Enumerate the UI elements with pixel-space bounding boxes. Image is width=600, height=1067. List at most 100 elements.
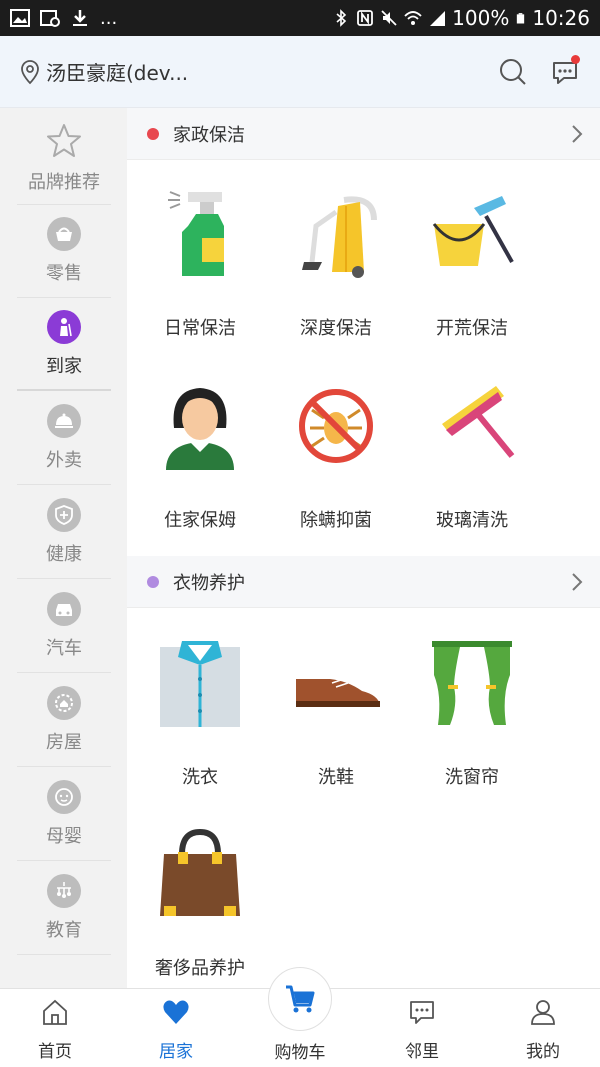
sidebar-item-label: 外卖	[46, 450, 82, 471]
sidebar-item-label: 房屋	[46, 732, 82, 753]
no-mite-icon	[299, 389, 373, 463]
curtain-icon	[432, 641, 512, 725]
service-daily-cleaning[interactable]: 日常保洁	[130, 186, 270, 340]
section-title: 家政保洁	[173, 124, 245, 146]
chevron-right-icon	[572, 125, 583, 143]
unread-badge	[571, 54, 580, 64]
sidebar-item-label: 教育	[46, 920, 82, 941]
chat-icon	[410, 1001, 434, 1024]
cart-icon	[286, 985, 315, 1013]
service-live-in-nanny[interactable]: 住家保姆	[130, 378, 270, 532]
heart-icon	[163, 1000, 189, 1024]
service-label: 奢侈品养护	[155, 958, 245, 979]
messages-button[interactable]	[550, 54, 580, 87]
nav-cart-button[interactable]	[268, 967, 332, 1031]
service-label: 除螨抑菌	[300, 510, 372, 531]
nav-living[interactable]: 居家	[121, 997, 231, 1062]
calendar-clock-icon	[40, 10, 60, 27]
shirt-icon	[160, 641, 240, 727]
category-sidebar: 品牌推荐 零售 到家 外卖 健康 汽车 房屋 母婴 教育	[0, 108, 127, 988]
status-bar: ... 100% 10:26	[0, 0, 600, 36]
service-label: 日常保洁	[164, 318, 236, 339]
spray-bottle-icon	[168, 191, 224, 276]
service-glass-cleaning[interactable]: 玻璃清洗	[402, 378, 542, 532]
service-mite-removal[interactable]: 除螨抑菌	[266, 378, 406, 532]
sidebar-item-label: 品牌推荐	[28, 172, 100, 193]
service-shoe-cleaning[interactable]: 洗鞋	[266, 635, 406, 789]
section-dot	[147, 575, 159, 588]
basket-icon	[56, 227, 72, 241]
bluetooth-icon	[336, 9, 347, 27]
wifi-icon	[404, 11, 422, 25]
sidebar-item-house[interactable]: 房屋	[17, 674, 111, 767]
service-content: 家政保洁 日常保洁 深度保洁 开荒保洁 住家保姆 除螨抑菌 玻璃清洗 衣物养护 …	[127, 108, 600, 988]
service-label: 洗鞋	[318, 767, 354, 788]
sidebar-item-retail[interactable]: 零售	[17, 205, 111, 298]
signal-icon	[430, 11, 446, 26]
shield-plus-icon	[55, 505, 73, 525]
service-luxury-care[interactable]: 奢侈品养护	[130, 826, 270, 980]
sidebar-item-takeout[interactable]: 外卖	[17, 392, 111, 485]
nav-label: 居家	[159, 1042, 193, 1062]
section-dot	[147, 127, 159, 140]
nanny-icon	[166, 388, 234, 470]
mobile-toy-icon	[57, 882, 71, 898]
window-squeegee-icon	[442, 386, 515, 458]
section-title: 衣物养护	[173, 572, 245, 594]
location-selector[interactable]: 汤臣豪庭(dev...	[46, 57, 188, 86]
home-icon	[43, 999, 67, 1025]
chevron-right-icon	[572, 573, 583, 591]
sidebar-item-label: 汽车	[46, 638, 82, 659]
service-curtain-cleaning[interactable]: 洗窗帘	[402, 635, 542, 789]
sidebar-item-health[interactable]: 健康	[17, 486, 111, 579]
bucket-squeegee-icon	[432, 196, 514, 266]
mute-icon	[381, 10, 397, 26]
search-button[interactable]	[498, 57, 528, 87]
service-label: 洗衣	[182, 767, 218, 788]
nav-neighbors[interactable]: 邻里	[367, 997, 477, 1062]
battery-icon	[517, 13, 525, 24]
cloche-icon	[55, 413, 73, 428]
sidebar-item-brand[interactable]: 品牌推荐	[17, 112, 111, 205]
location-pin-icon[interactable]	[20, 59, 40, 85]
nav-label: 邻里	[405, 1042, 439, 1062]
nav-mine[interactable]: 我的	[488, 997, 598, 1062]
sidebar-item-label: 零售	[46, 263, 82, 284]
nav-home[interactable]: 首页	[0, 997, 110, 1062]
sidebar-item-home-service[interactable]: 到家	[17, 298, 111, 391]
sidebar-item-label: 母婴	[46, 826, 82, 847]
shoe-icon	[296, 678, 380, 707]
nfc-icon	[357, 10, 374, 26]
vacuum-cleaner-icon	[302, 196, 377, 278]
service-label: 深度保洁	[300, 318, 372, 339]
battery-percent: 100%	[452, 6, 510, 30]
nav-label[interactable]: 购物车	[250, 1038, 350, 1063]
search-icon	[500, 58, 526, 85]
car-icon	[56, 604, 72, 616]
status-time: 10:26	[532, 6, 590, 30]
service-label: 开荒保洁	[436, 318, 508, 339]
baby-face-icon	[55, 788, 73, 806]
person-icon	[531, 1000, 555, 1025]
top-header: 汤臣豪庭(dev...	[0, 36, 600, 108]
section-header-housekeeping[interactable]: 家政保洁	[127, 108, 600, 160]
status-more: ...	[100, 7, 118, 29]
section-header-clothing-care[interactable]: 衣物养护	[127, 556, 600, 608]
download-icon	[73, 10, 87, 26]
nav-label: 我的	[526, 1042, 560, 1062]
service-label: 住家保姆	[164, 510, 236, 531]
cleaning-person-icon	[60, 317, 72, 336]
service-move-in-cleaning[interactable]: 开荒保洁	[402, 186, 542, 340]
handbag-icon	[160, 828, 240, 916]
bottom-navigation: 首页 居家 购物车 邻里 我的	[0, 967, 600, 1067]
image-icon	[10, 9, 30, 27]
service-deep-cleaning[interactable]: 深度保洁	[266, 186, 406, 340]
service-label: 玻璃清洗	[436, 510, 508, 531]
sidebar-item-baby[interactable]: 母婴	[17, 768, 111, 861]
house-gear-icon	[55, 694, 73, 712]
service-label: 洗窗帘	[445, 767, 499, 788]
service-laundry[interactable]: 洗衣	[130, 635, 270, 789]
sidebar-item-education[interactable]: 教育	[17, 862, 111, 955]
star-icon	[47, 124, 81, 157]
sidebar-item-car[interactable]: 汽车	[17, 580, 111, 673]
